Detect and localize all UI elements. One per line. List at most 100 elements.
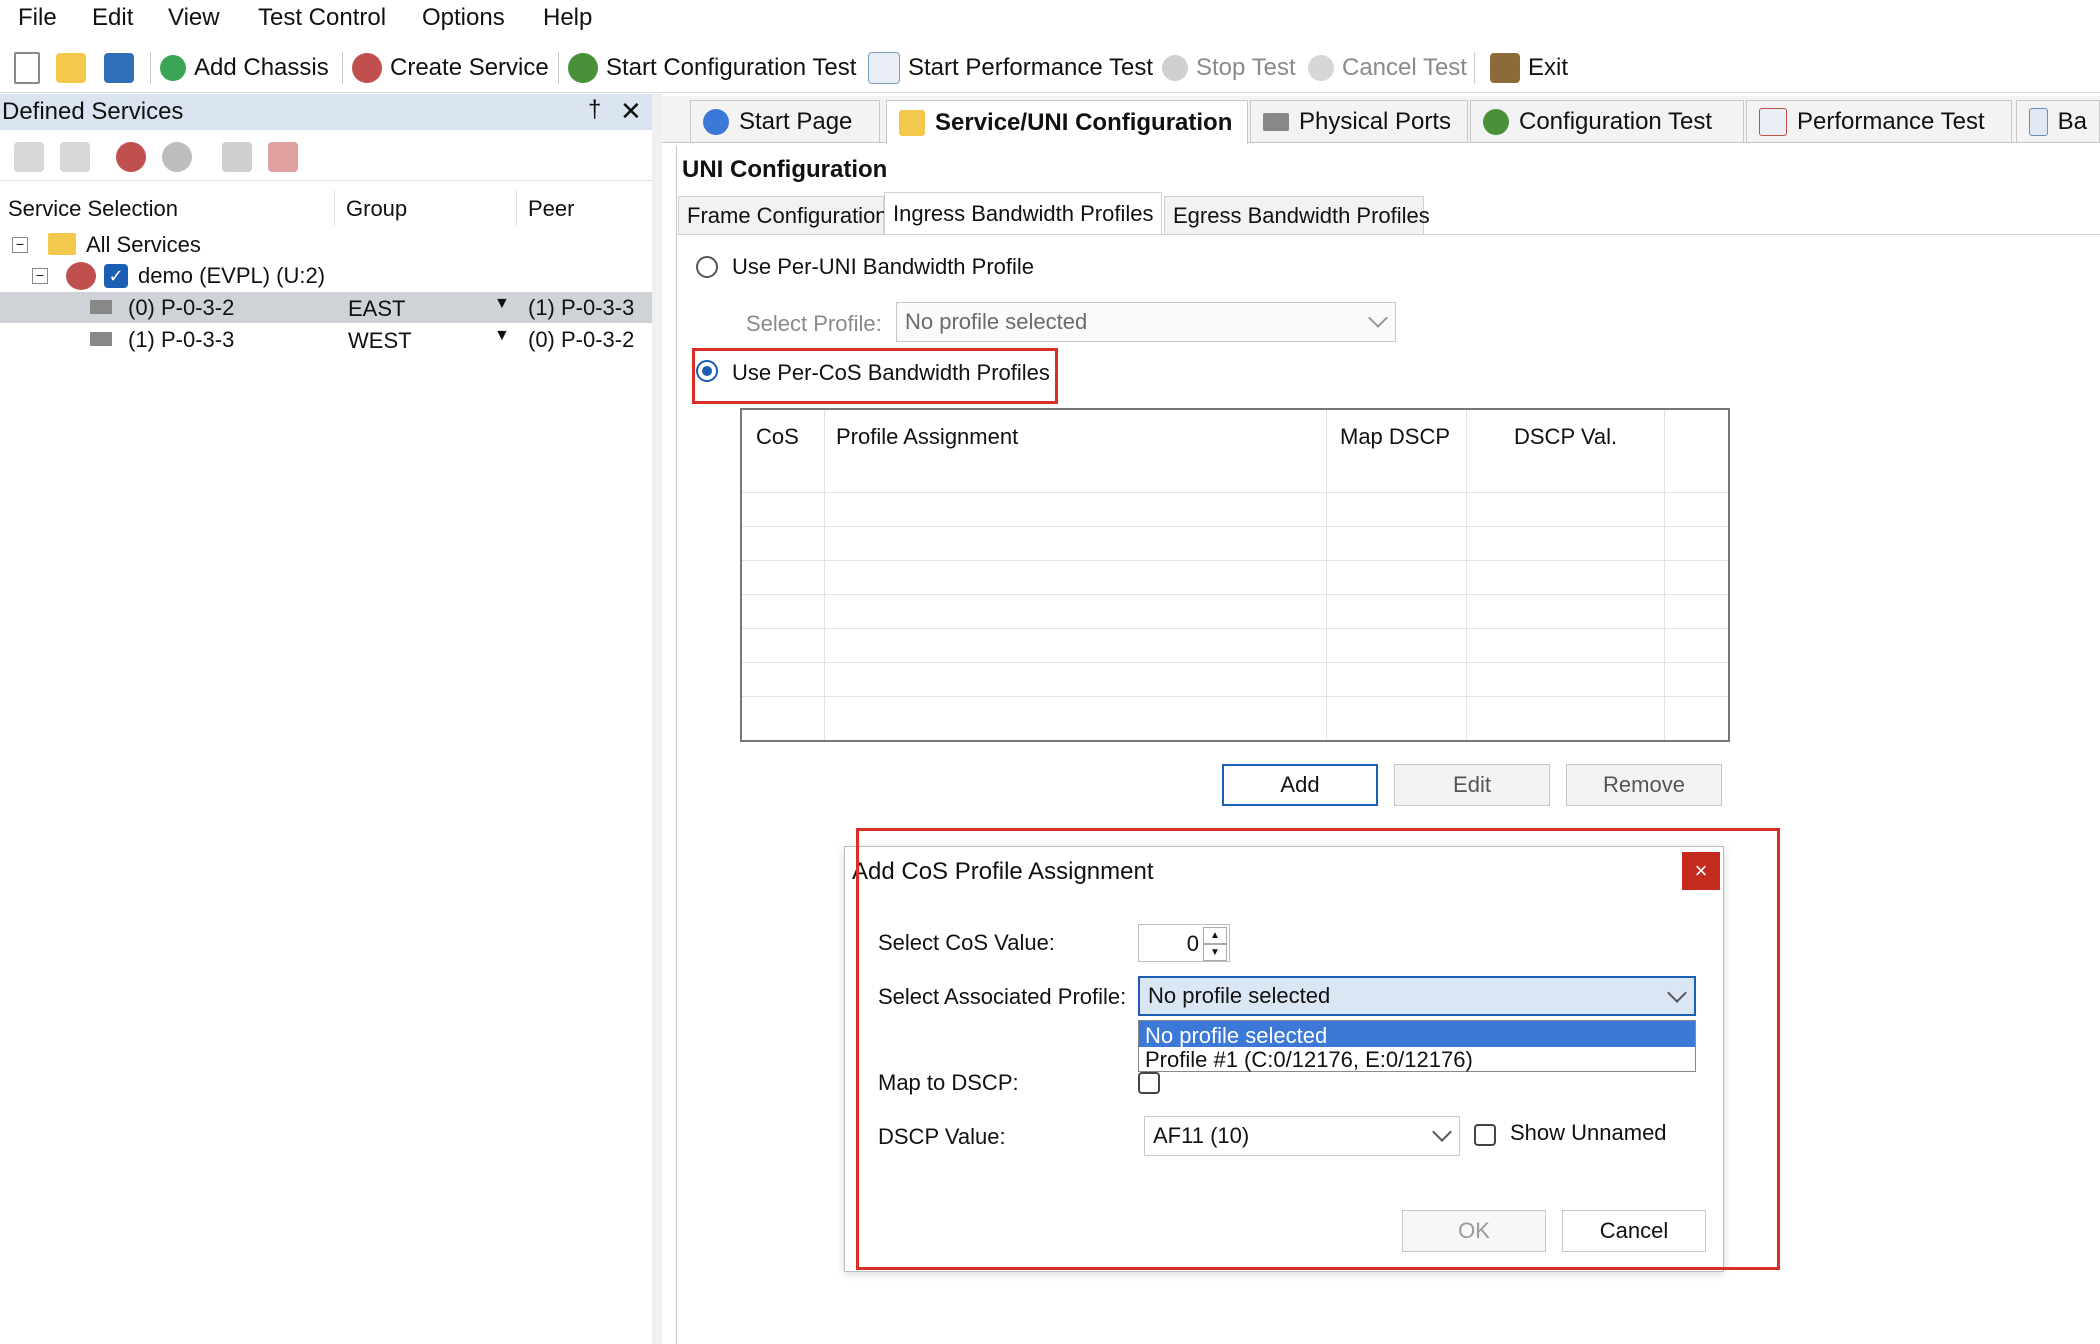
per-uni-radio[interactable] [696,256,718,278]
toolbar-separator [1474,52,1475,84]
tab-ba[interactable]: Ba [2016,100,2100,142]
delete-port-icon[interactable] [268,142,298,172]
add-folder-icon[interactable] [14,142,44,172]
subtab-ingress-bandwidth-profiles[interactable]: Ingress Bandwidth Profiles [884,192,1162,234]
menu-bar: File Edit View Test Control Options Help [0,0,2100,38]
menu-test-control[interactable]: Test Control [258,4,386,32]
toolbar: Add Chassis Create Service Start Configu… [0,42,2100,93]
col-peer[interactable]: Peer [528,196,574,222]
start-perf-test-button[interactable]: Start Performance Test [868,50,1153,86]
select-profile-value: No profile selected [905,309,1088,334]
col-map-dscp[interactable]: Map DSCP [1340,424,1450,450]
dropdown-arrow-icon[interactable]: ▼ [494,327,510,345]
collapse-icon[interactable]: − [12,237,28,253]
remove-service-icon[interactable] [162,142,192,172]
tree-row-port[interactable]: (1) P-0-3-3 WEST ▼ (0) P-0-3-2 [0,324,652,355]
tree-node-service[interactable]: − ✓ demo (EVPL) (U:2) [0,260,652,291]
panel-title: Defined Services [2,98,184,125]
col-service-selection[interactable]: Service Selection [8,196,178,222]
select-profile-combo[interactable]: No profile selected [896,302,1396,342]
subtab-label: Ingress Bandwidth Profiles [893,200,1154,226]
exit-label: Exit [1528,54,1569,81]
menu-help[interactable]: Help [543,4,592,32]
tree-row-port[interactable]: (0) P-0-3-2 EAST ▼ (1) P-0-3-3 [0,292,652,323]
remove-folder-icon[interactable] [60,142,90,172]
grid-row-line [742,560,1728,561]
gear-icon [568,53,598,83]
port-name: (1) P-0-3-3 [128,327,235,352]
panel-splitter[interactable] [652,94,662,1344]
grid-col-line [824,410,825,740]
col-dscp-val[interactable]: DSCP Val. [1514,424,1617,450]
stop-test-button[interactable]: Stop Test [1162,50,1296,86]
edit-button[interactable]: Edit [1394,764,1550,806]
copy-port-icon[interactable] [222,142,252,172]
add-button[interactable]: Add [1222,764,1378,806]
save-button[interactable] [104,50,142,86]
menu-view[interactable]: View [168,4,220,32]
folder-open-icon [56,53,86,83]
cos-profile-grid: CoS Profile Assignment Map DSCP DSCP Val… [740,408,1730,742]
stop-icon [1162,55,1188,81]
subtab-label: Egress Bandwidth Profiles [1173,202,1430,228]
group-value: WEST [348,328,412,353]
save-icon [104,53,134,83]
col-group[interactable]: Group [346,196,407,222]
subtab-baseline [678,234,2100,235]
grid-col-line [1466,410,1467,740]
tab-configuration-test[interactable]: Configuration Test [1470,100,1744,142]
new-file-icon [14,52,40,84]
peer-value: (0) P-0-3-2 [528,327,635,352]
start-perf-test-label: Start Performance Test [908,54,1153,81]
dropdown-arrow-icon[interactable]: ▼ [494,295,510,313]
add-service-icon[interactable] [116,142,146,172]
tab-start-page[interactable]: Start Page [690,100,880,142]
new-file-button[interactable] [14,50,48,86]
tab-label: Service/UNI Configuration [935,108,1233,136]
col-divider [516,190,517,226]
subtab-egress-bandwidth-profiles[interactable]: Egress Bandwidth Profiles [1164,196,1430,234]
exit-button[interactable]: Exit [1490,50,1568,86]
per-cos-radio[interactable] [696,360,718,382]
col-profile-assignment[interactable]: Profile Assignment [836,424,1018,450]
open-file-button[interactable] [56,50,94,86]
menu-options[interactable]: Options [422,4,505,32]
menu-edit[interactable]: Edit [92,4,133,32]
menu-file[interactable]: File [18,4,57,32]
col-divider [334,190,335,226]
tab-label: Performance Test [1797,107,1985,135]
create-service-label: Create Service [390,54,549,81]
service-cubes-icon [352,53,382,83]
subtab-frame-configuration[interactable]: Frame Configuration [678,196,888,234]
performance-chart-icon [868,52,900,84]
start-config-test-button[interactable]: Start Configuration Test [568,50,856,86]
collapse-icon[interactable]: − [32,268,48,284]
close-panel-icon[interactable]: ✕ [620,96,642,127]
tab-label: Start Page [739,107,853,135]
chevron-down-icon [1368,308,1388,328]
tree-node-all-services[interactable]: − All Services [0,229,652,260]
tree-label: All Services [86,232,201,257]
cancel-test-button[interactable]: Cancel Test [1308,50,1467,86]
remove-button[interactable]: Remove [1566,764,1722,806]
col-cos[interactable]: CoS [756,424,799,450]
grid-row-line [742,526,1728,527]
add-chassis-button[interactable]: Add Chassis [160,50,329,86]
per-uni-label: Use Per-UNI Bandwidth Profile [732,254,1035,279]
port-icon [90,300,112,314]
panel-toolbar [0,132,652,181]
service-checkbox[interactable]: ✓ [104,264,128,288]
grid-col-line [1664,410,1665,740]
info-icon [703,108,729,135]
toolbar-separator [342,52,343,84]
grid-row-line [742,492,1728,493]
create-service-button[interactable]: Create Service [352,50,549,86]
start-config-test-label: Start Configuration Test [606,54,857,81]
cancel-test-label: Cancel Test [1342,54,1467,81]
pin-icon[interactable]: † [588,96,601,124]
tab-performance-test[interactable]: Performance Test [1746,100,2012,142]
tab-service-uni-configuration[interactable]: Service/UNI Configuration [886,100,1248,144]
tab-physical-ports[interactable]: Physical Ports [1250,100,1468,142]
service-cubes-icon [66,262,96,290]
grid-row-line [742,628,1728,629]
